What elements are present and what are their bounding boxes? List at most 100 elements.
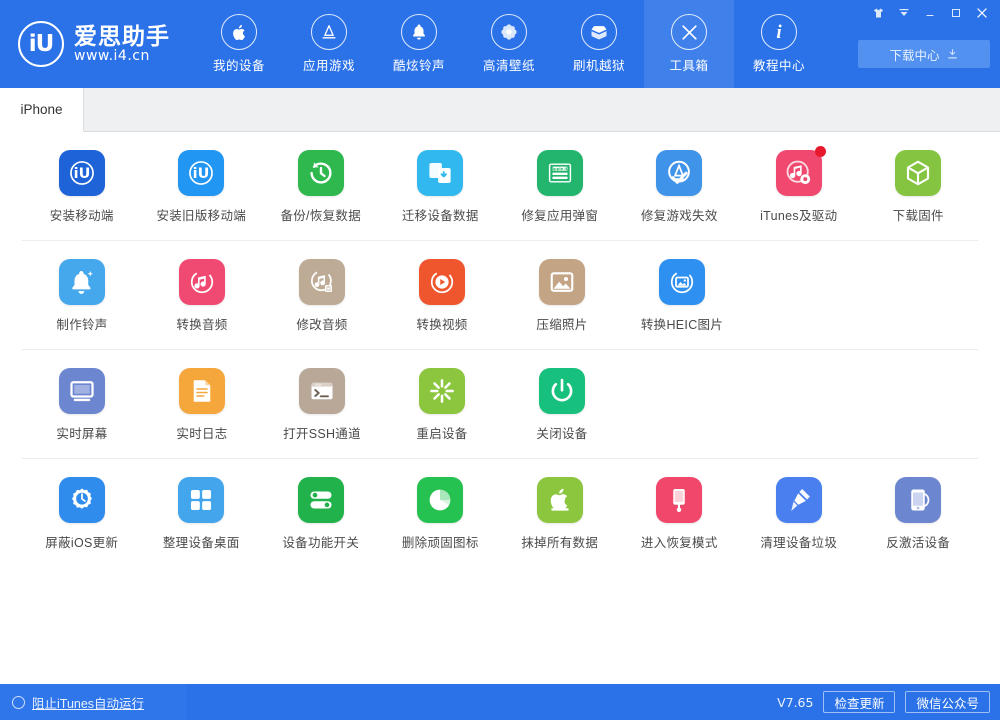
app-window: iU 爱思助手 www.i4.cn 我的设备 应用游戏 酷炫铃声 高清壁纸 刷机… [0, 0, 1000, 720]
nav-item-toolbox[interactable]: 工具箱 [644, 0, 734, 88]
tool-download-firmware[interactable]: 下载固件 [859, 150, 979, 224]
tools-icon [671, 14, 707, 50]
tool-compress-photo[interactable]: 压缩照片 [502, 259, 622, 333]
convert-audio-icon [179, 259, 225, 305]
tool-label: 转换音频 [176, 318, 228, 332]
tool-label: 关闭设备 [536, 427, 588, 441]
tool-label: 设备功能开关 [282, 536, 360, 550]
tool-enter-recovery-mode[interactable]: 进入恢复模式 [620, 477, 740, 551]
nav-label: 教程中心 [752, 59, 805, 73]
i4-app-icon: iU [58, 150, 105, 196]
migrate-data-icon [417, 150, 464, 196]
prevent-itunes-toggle[interactable]: 阻止iTunes自动运行 [0, 684, 186, 720]
appleid-popup-icon: Apple ID [536, 150, 583, 196]
tool-label: 反激活设备 [886, 536, 951, 550]
chevron-down-icon[interactable] [892, 2, 916, 24]
tool-itunes-and-drivers[interactable]: iTunes及驱动 [739, 146, 859, 224]
tool-edit-audio[interactable]: 自 修改音频 [262, 259, 382, 333]
window-controls-area: 下载中心 [840, 0, 1000, 88]
tool-label: 整理设备桌面 [162, 536, 240, 550]
tool-row: iU 安装移动端 iU 安装旧版移动端 备份/恢复数据 迁移设备数据 Apple… [22, 132, 978, 241]
tool-live-screen[interactable]: 实时屏幕 [22, 368, 142, 442]
tool-label: 修复应用弹窗 [521, 209, 599, 223]
tool-install-mobile-client[interactable]: iU 安装移动端 [22, 150, 142, 224]
firmware-box-icon [895, 150, 942, 196]
nav-label: 刷机越狱 [572, 59, 625, 73]
tool-convert-audio[interactable]: 转换音频 [142, 259, 262, 333]
backup-restore-icon [297, 150, 344, 196]
maximize-icon[interactable] [944, 2, 968, 24]
tool-convert-heic[interactable]: 转换HEIC图片 [622, 259, 742, 333]
download-icon [947, 48, 957, 59]
tool-restart-device[interactable]: 重启设备 [382, 368, 502, 442]
nav-item-my-device[interactable]: 我的设备 [194, 0, 284, 88]
tool-label: 进入恢复模式 [640, 536, 718, 550]
tool-fix-game-failure[interactable]: 修复游戏失效 [620, 150, 740, 224]
i4-app-legacy-icon: iU [178, 150, 225, 196]
convert-video-icon [419, 259, 465, 305]
box-open-icon [581, 14, 617, 50]
tool-label: iTunes及驱动 [760, 209, 838, 223]
nav-label: 我的设备 [212, 59, 265, 73]
tool-device-feature-toggle[interactable]: 设备功能开关 [261, 477, 381, 551]
brand-logo: iU 爱思助手 www.i4.cn [0, 0, 170, 88]
tool-row: 制作铃声 转换音频 自 修改音频 转换视频 压缩照片 转换HEIC图片 [22, 241, 978, 350]
tool-label: 转换HEIC图片 [640, 318, 724, 332]
tool-arrange-device-desktop[interactable]: 整理设备桌面 [142, 477, 262, 551]
tool-label: 安装旧版移动端 [156, 209, 247, 223]
nav-item-wallpapers[interactable]: 高清壁纸 [464, 0, 554, 88]
tool-delete-stubborn-icon[interactable]: 删除顽固图标 [381, 477, 501, 551]
nav-item-ringtones[interactable]: 酷炫铃声 [374, 0, 464, 88]
edit-audio-icon: 自 [299, 259, 345, 305]
tool-label: 制作铃声 [56, 318, 108, 332]
tool-label: 打开SSH通道 [283, 427, 361, 441]
tool-label: 修复游戏失效 [640, 209, 718, 223]
nav-item-tutorials[interactable]: i 教程中心 [734, 0, 824, 88]
nav-item-flash-jailbreak[interactable]: 刷机越狱 [554, 0, 644, 88]
brand-url: www.i4.cn [74, 47, 150, 64]
device-tabbar: iPhone [0, 88, 1000, 132]
tool-migrate-device-data[interactable]: 迁移设备数据 [381, 150, 501, 224]
tool-make-ringtone[interactable]: 制作铃声 [22, 259, 142, 333]
tool-block-ios-update[interactable]: 屏蔽iOS更新 [22, 477, 142, 551]
bell-icon [401, 14, 437, 50]
brand-name: 爱思助手 [74, 23, 170, 50]
svg-text:Apple ID: Apple ID [551, 167, 569, 171]
tool-fix-app-popup[interactable]: Apple ID 修复应用弹窗 [500, 150, 620, 224]
tool-convert-video[interactable]: 转换视频 [382, 259, 502, 333]
tool-label: 重启设备 [416, 427, 468, 441]
radio-icon [12, 695, 25, 709]
arrange-desktop-icon [178, 477, 225, 523]
close-icon[interactable] [970, 2, 994, 24]
tool-erase-all-data[interactable]: 抹掉所有数据 [500, 477, 620, 551]
download-center-button[interactable]: 下载中心 [858, 40, 990, 68]
svg-text:SSH: SSH [315, 383, 322, 387]
tool-clean-device-junk[interactable]: 清理设备垃圾 [739, 477, 859, 551]
shirt-icon[interactable] [866, 2, 890, 24]
tool-power-off-device[interactable]: 关闭设备 [502, 368, 622, 442]
wechat-official-account-button[interactable]: 微信公众号 [905, 691, 990, 713]
check-update-button[interactable]: 检查更新 [823, 691, 896, 713]
toolbox-grid: iU 安装移动端 iU 安装旧版移动端 备份/恢复数据 迁移设备数据 Apple… [0, 132, 1000, 684]
appstore-icon [311, 14, 347, 50]
minimize-icon[interactable] [918, 2, 942, 24]
tool-label: 压缩照片 [536, 318, 588, 332]
svg-text:iU: iU [193, 166, 210, 182]
tool-label: 删除顽固图标 [401, 536, 479, 550]
tool-install-legacy-mobile-client[interactable]: iU 安装旧版移动端 [142, 150, 262, 224]
recovery-mode-icon [656, 477, 703, 523]
footer-actions: V7.65 检查更新 微信公众号 [777, 691, 990, 713]
tool-deactivate-device[interactable]: 反激活设备 [859, 477, 979, 551]
tab-iphone[interactable]: iPhone [0, 88, 84, 132]
clean-junk-icon [775, 477, 822, 523]
tool-label: 备份/恢复数据 [280, 209, 362, 223]
tool-live-log[interactable]: 实时日志 [142, 368, 262, 442]
tool-backup-restore-data[interactable]: 备份/恢复数据 [261, 150, 381, 224]
nav-item-apps-games[interactable]: 应用游戏 [284, 0, 374, 88]
window-controls [866, 2, 994, 24]
notification-badge [814, 146, 826, 157]
nav-label: 高清壁纸 [482, 59, 535, 73]
tool-open-ssh-tunnel[interactable]: SSH 打开SSH通道 [262, 368, 382, 442]
tool-label: 屏蔽iOS更新 [45, 536, 119, 550]
flower-icon [491, 14, 527, 50]
